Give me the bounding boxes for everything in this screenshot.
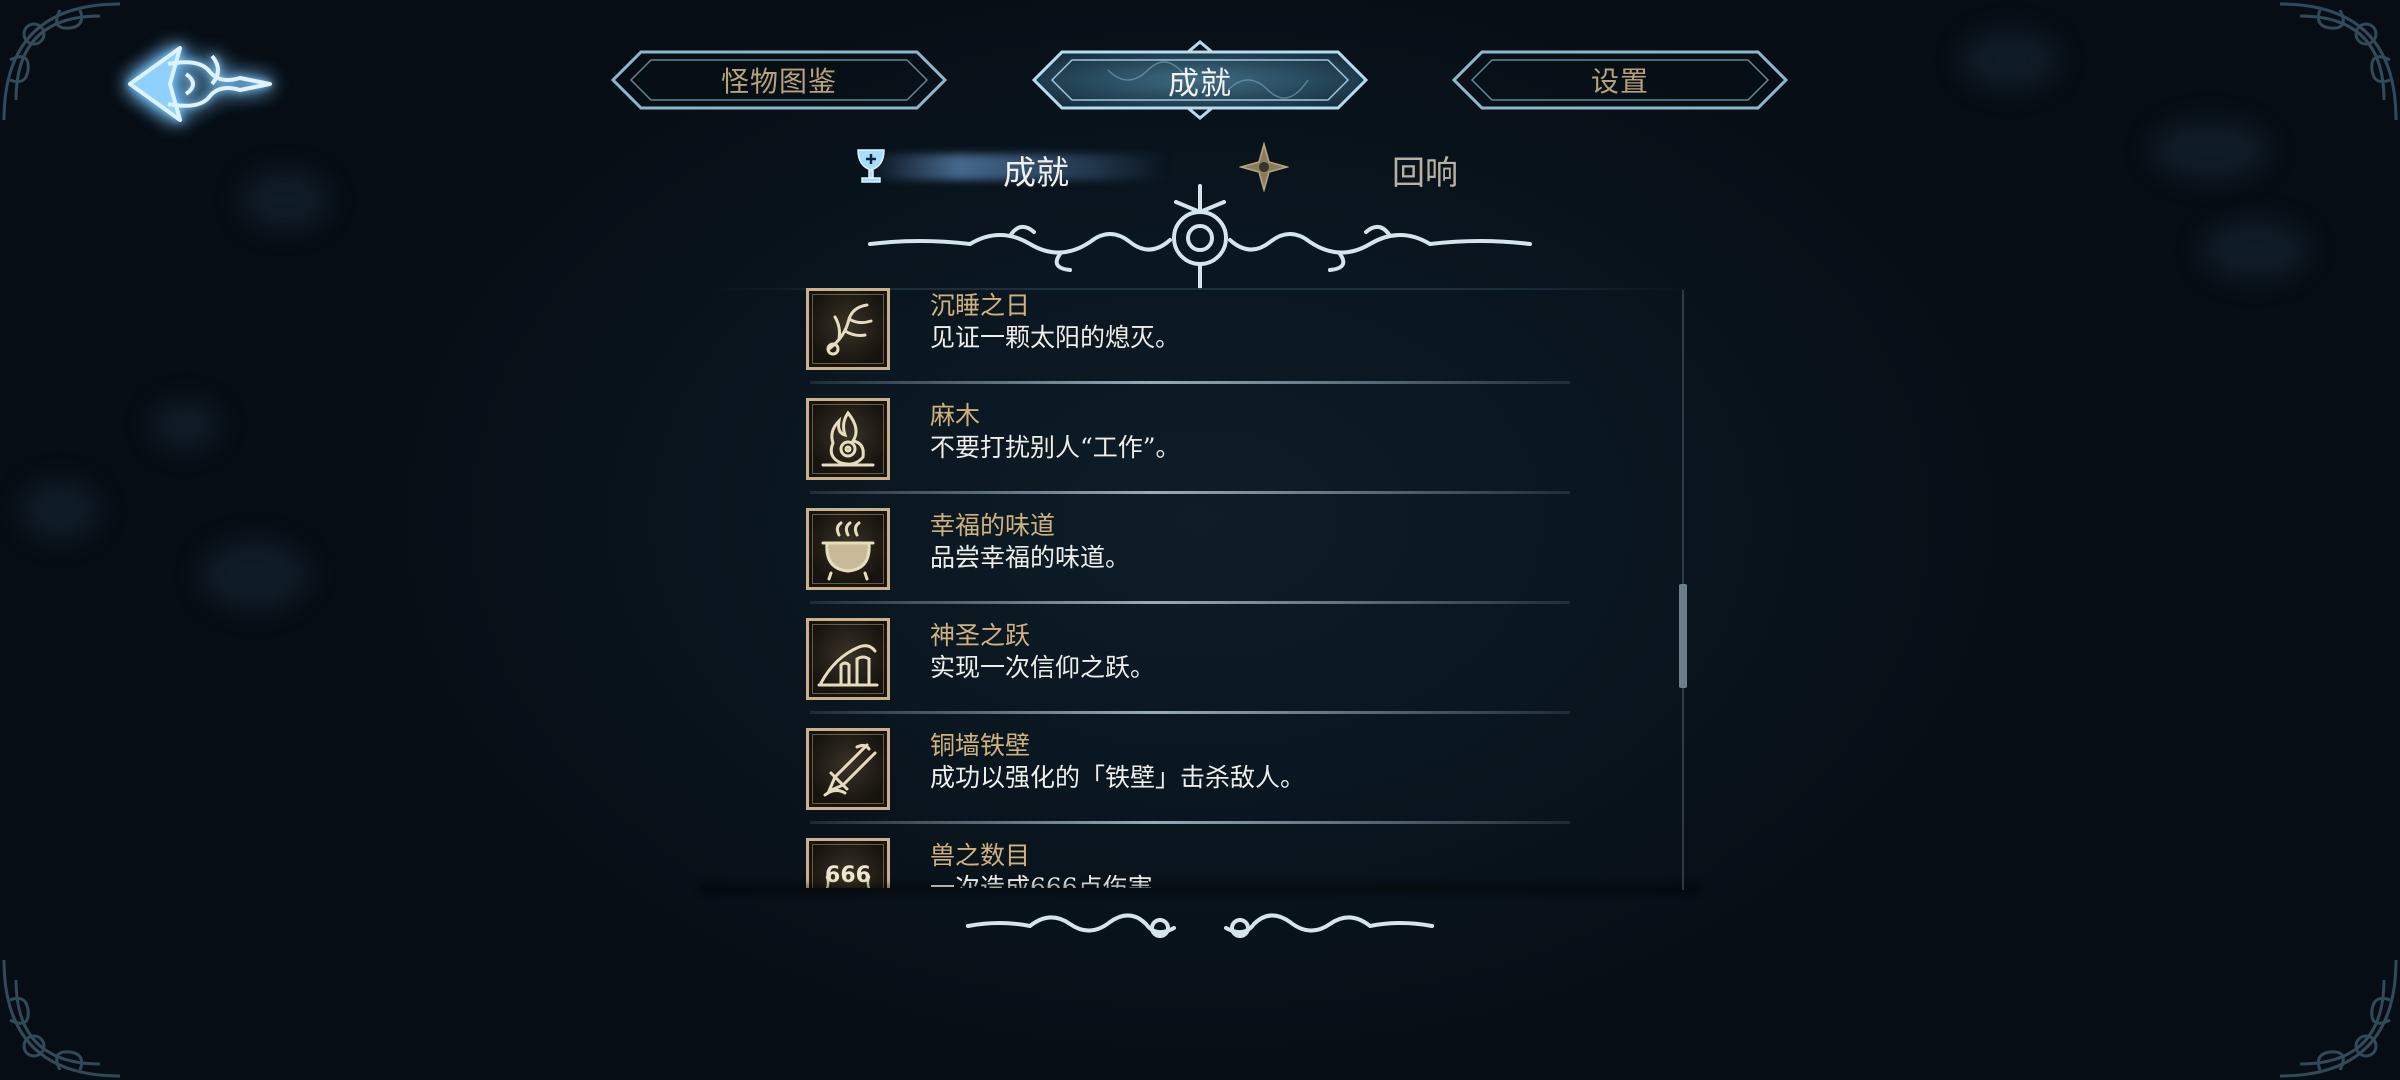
achievement-item[interactable]: 神圣之跃 实现一次信仰之跃。 <box>780 604 1570 714</box>
achievement-badge: 666 <box>806 838 890 888</box>
tab-label: 设置 <box>1590 65 1649 98</box>
cliff-leap-icon <box>817 644 879 687</box>
chalice-icon <box>857 149 885 183</box>
achievement-description: 不要打扰别人“工作”。 <box>930 433 1181 462</box>
background-decoration <box>240 170 330 230</box>
achievements-screen: 怪物图鉴 成就 设置 成就 回响 沉睡之日 见证一颗太阳的熄灭。 麻木 不要打扰… <box>0 0 2400 1080</box>
achievement-title: 麻木 <box>930 401 981 430</box>
achievement-item[interactable]: 铜墙铁壁 成功以强化的「铁壁」击杀敌人。 <box>780 714 1570 824</box>
achievement-badge <box>806 398 890 480</box>
achievement-badge <box>806 508 890 590</box>
cauldron-icon <box>821 521 875 581</box>
achievement-item[interactable]: 666 兽之数目 一次造成666点伤害。 <box>780 824 1570 888</box>
header-ornament <box>868 184 1532 290</box>
background-decoration <box>150 400 220 450</box>
achievement-description: 实现一次信仰之跃。 <box>930 653 1156 682</box>
achievement-title: 神圣之跃 <box>930 621 1031 650</box>
tab-achievement[interactable]: 成就 <box>1028 40 1372 120</box>
background-decoration <box>1960 30 2060 90</box>
sun-phoenix-icon <box>826 303 873 356</box>
achievement-badge <box>806 728 890 810</box>
achievement-item[interactable]: 沉睡之日 见证一颗太阳的熄灭。 <box>780 288 1570 384</box>
achievement-description: 见证一颗太阳的熄灭。 <box>930 323 1181 352</box>
achievement-description: 品尝幸福的味道。 <box>930 543 1131 572</box>
tab-monster-codex[interactable]: 怪物图鉴 <box>607 46 951 114</box>
achievement-title: 铜墙铁壁 <box>930 731 1031 760</box>
achievement-badge <box>806 618 890 700</box>
back-arrow-icon <box>128 46 272 122</box>
background-decoration <box>2200 220 2310 280</box>
footer-ornament <box>966 913 1434 938</box>
tab-settings[interactable]: 设置 <box>1448 46 1792 114</box>
achievement-item[interactable]: 麻木 不要打扰别人“工作”。 <box>780 384 1570 494</box>
achievement-title: 兽之数目 <box>930 841 1031 870</box>
frame-corner-ornament <box>0 870 210 1080</box>
list-bottom-shade <box>700 884 1700 894</box>
tab-label: 怪物图鉴 <box>720 65 837 98</box>
frame-corner-ornament <box>2190 870 2400 1080</box>
background-decoration <box>200 540 310 610</box>
scrollbar-thumb[interactable] <box>1679 584 1687 688</box>
achievement-badge <box>806 288 890 370</box>
achievement-title: 沉睡之日 <box>930 291 1031 320</box>
background-decoration <box>20 480 100 540</box>
shield-sword-icon <box>823 743 877 797</box>
tab-label: 成就 <box>1168 65 1232 102</box>
back-button[interactable] <box>120 34 280 134</box>
frame-corner-ornament <box>2190 0 2400 210</box>
flame-swirl-icon <box>821 410 875 467</box>
achievement-description: 成功以强化的「铁壁」击杀敌人。 <box>930 763 1306 792</box>
achievement-item[interactable]: 幸福的味道 品尝幸福的味道。 <box>780 494 1570 604</box>
achievement-list[interactable]: 沉睡之日 见证一颗太阳的熄灭。 麻木 不要打扰别人“工作”。 幸福的味道 品尝幸… <box>780 288 1600 888</box>
achievement-title: 幸福的味道 <box>930 511 1056 540</box>
